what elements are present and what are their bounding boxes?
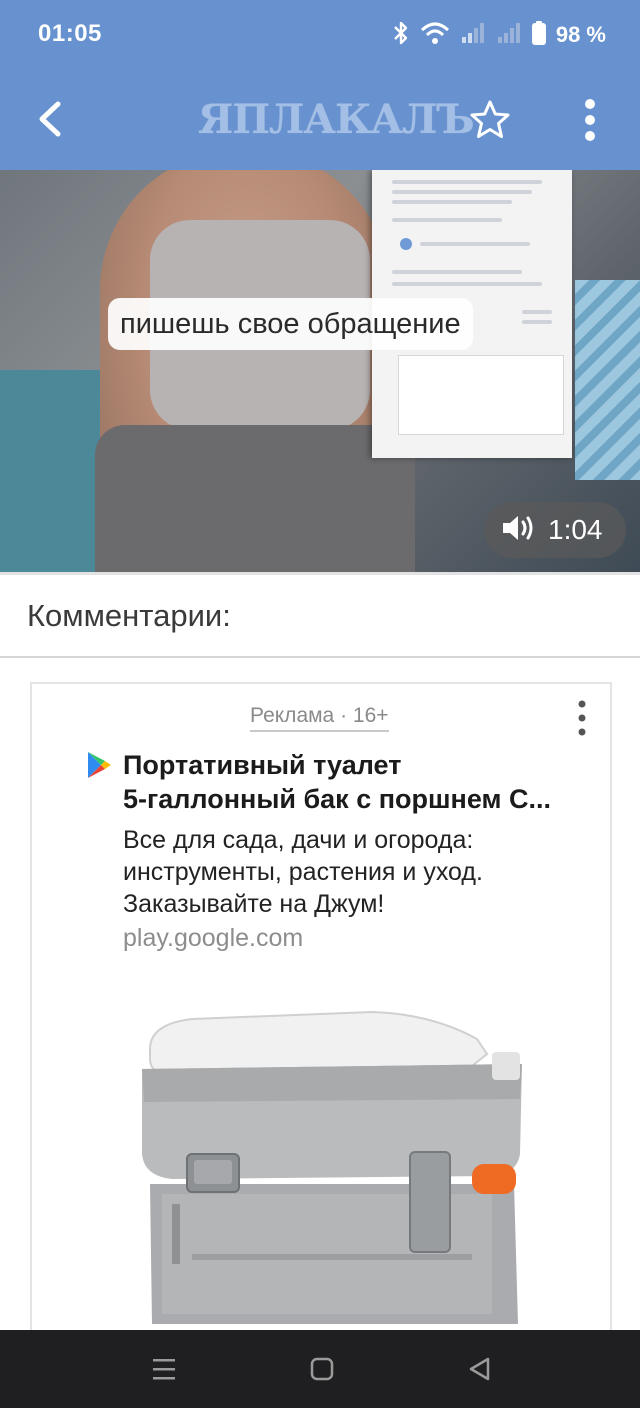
signal-icon bbox=[460, 21, 486, 50]
star-outline-icon[interactable] bbox=[468, 98, 512, 142]
status-time: 01:05 bbox=[38, 20, 102, 47]
video-duration: 1:04 bbox=[548, 514, 603, 545]
app-bar: ЯПЛАКАЛЪ bbox=[0, 68, 640, 170]
ad-domain[interactable]: play.google.com bbox=[123, 924, 303, 953]
comments-title: Комментарии: bbox=[27, 598, 231, 633]
ad-title[interactable]: Портативный туалет 5-галлонный бак с пор… bbox=[123, 748, 593, 816]
battery-icon bbox=[531, 20, 546, 50]
volume-icon[interactable] bbox=[500, 513, 536, 548]
bluetooth-icon bbox=[392, 20, 410, 51]
video-duration-pill[interactable]: 1:04 bbox=[484, 502, 626, 558]
kebab-menu-icon[interactable] bbox=[570, 698, 594, 738]
back-arrow-icon[interactable] bbox=[30, 96, 70, 142]
site-logo[interactable]: ЯПЛАКАЛЪ bbox=[198, 96, 475, 144]
ad-title-line: 5-галлонный бак с поршнем C... bbox=[123, 784, 551, 814]
kebab-menu-icon[interactable] bbox=[572, 96, 608, 144]
video-player[interactable]: пишешь свое обращение 1:04 bbox=[0, 170, 640, 572]
video-scene bbox=[0, 370, 110, 572]
status-indicators: 98 % bbox=[392, 20, 606, 50]
video-caption: пишешь свое обращение bbox=[108, 298, 473, 350]
ad-label: Реклама · 16+ bbox=[250, 704, 389, 732]
ad-description-line: Заказывайте на Джум! bbox=[123, 890, 385, 918]
wifi-icon bbox=[420, 21, 450, 50]
system-nav-bar bbox=[0, 1330, 640, 1408]
video-scene bbox=[575, 280, 640, 480]
status-bar: 01:05 98 % bbox=[0, 0, 640, 68]
home-icon[interactable] bbox=[308, 1354, 338, 1384]
top-bar: 01:05 98 % ЯПЛАКАЛЪ bbox=[0, 0, 640, 170]
ad-description-line: инструменты, растения и уход. bbox=[123, 858, 483, 886]
google-play-icon bbox=[84, 750, 114, 780]
ad-description: Все для сада, дачи и огорода: инструмент… bbox=[123, 824, 583, 920]
recents-icon[interactable] bbox=[151, 1354, 181, 1384]
back-triangle-icon[interactable] bbox=[466, 1354, 496, 1384]
divider bbox=[0, 656, 640, 658]
ad-description-line: Все для сада, дачи и огорода: bbox=[123, 826, 474, 854]
divider bbox=[0, 572, 640, 575]
signal-icon bbox=[496, 21, 522, 50]
product-image[interactable] bbox=[132, 1004, 532, 1382]
battery-percent: 98 % bbox=[555, 22, 606, 47]
video-person bbox=[95, 425, 415, 572]
ad-card[interactable]: Реклама · 16+ Портативный туалет 5-галло… bbox=[30, 682, 612, 1382]
ad-title-line: Портативный туалет bbox=[123, 750, 402, 780]
